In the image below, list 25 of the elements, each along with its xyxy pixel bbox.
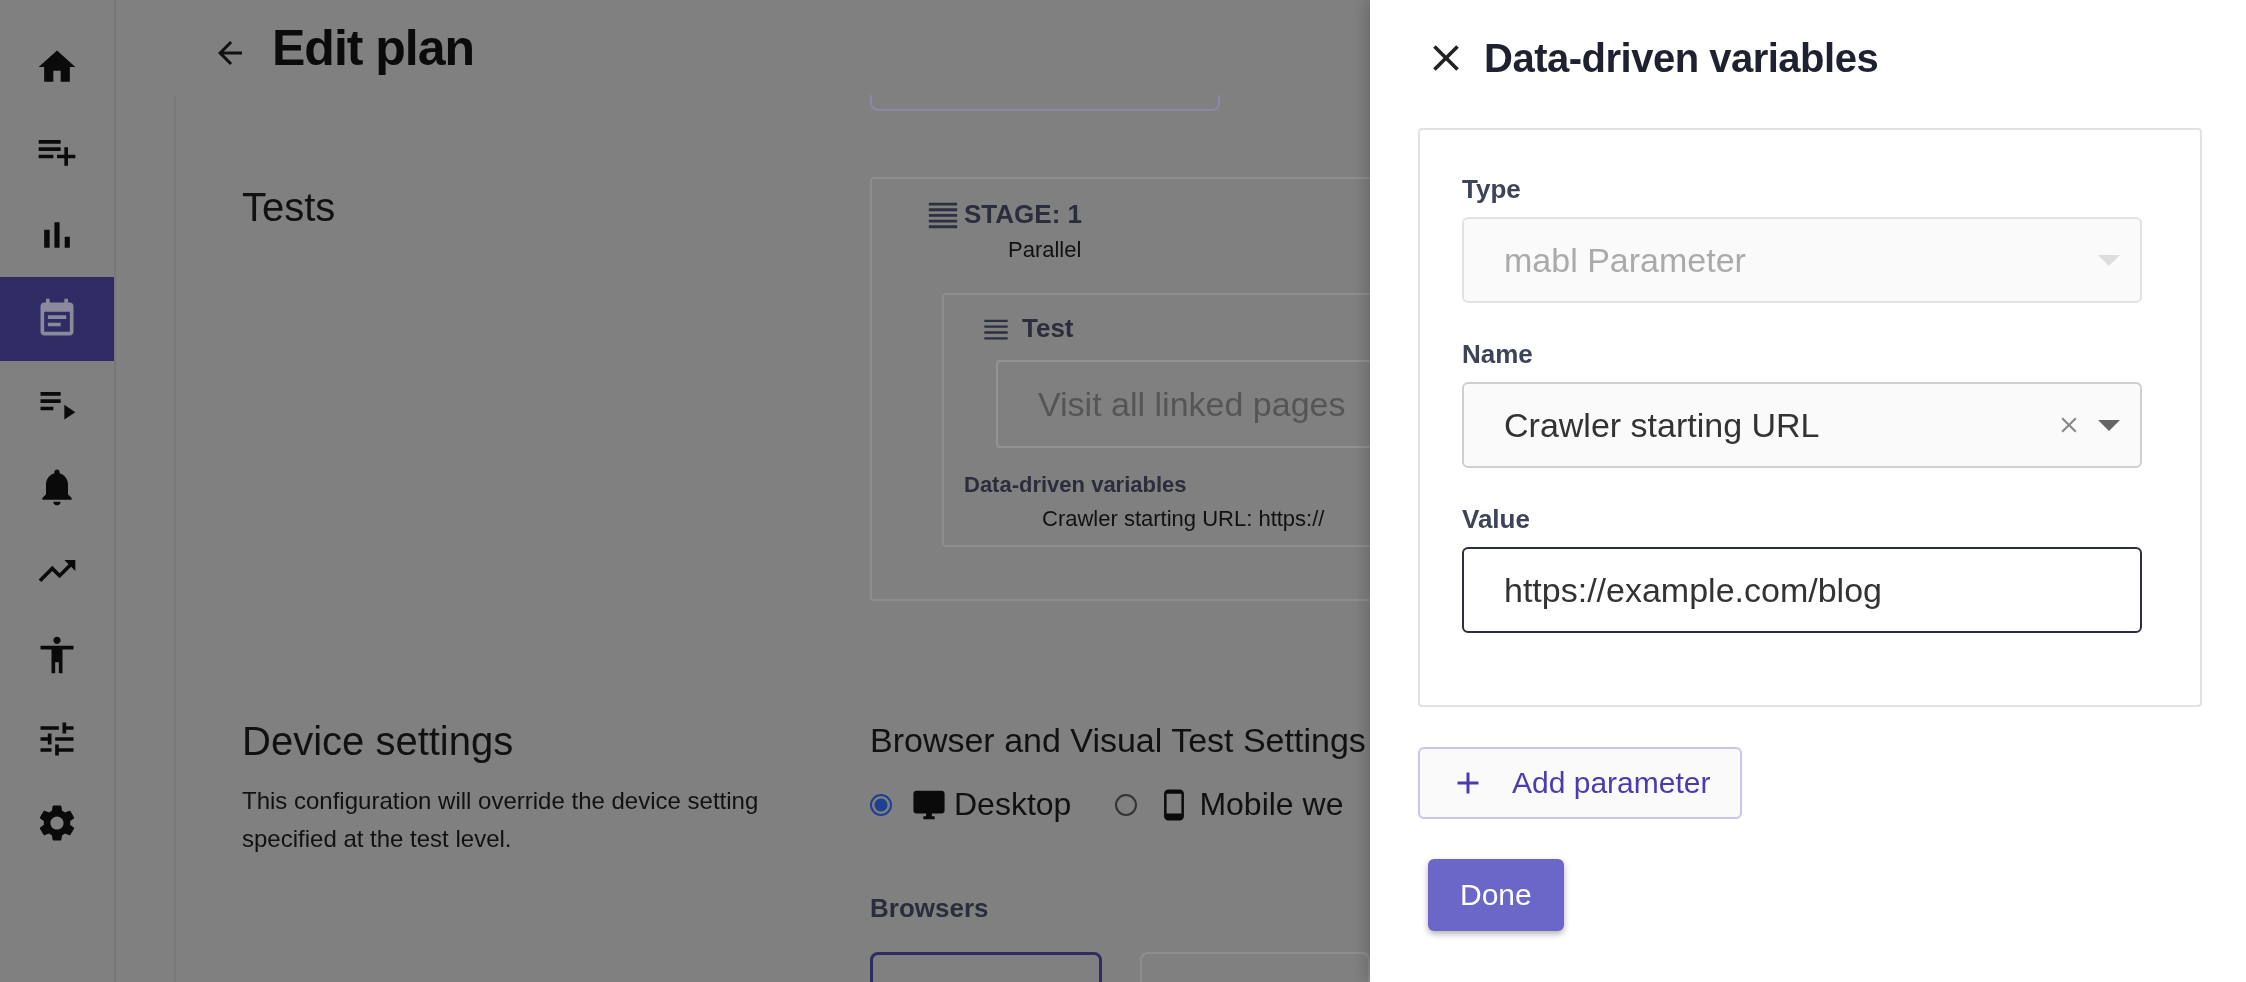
- test-label: Test: [1022, 313, 1074, 344]
- radio-button[interactable]: [870, 793, 892, 816]
- option-label: Mobile we: [1199, 786, 1344, 823]
- caret-icon[interactable]: [2098, 419, 2120, 431]
- section-heading: Device settings: [242, 719, 515, 764]
- add-parameter-button[interactable]: Add parameter: [1418, 747, 1743, 819]
- option-label: Desktop: [954, 786, 1072, 823]
- variables-heading: Data-driven variables: [964, 472, 1188, 498]
- variable-text: Crawler starting URL: https://: [1042, 506, 1326, 532]
- section-heading: Tests: [242, 185, 337, 230]
- select-field[interactable]: Crawler starting URL: [1462, 382, 2142, 468]
- drawer-title: Data-driven variables: [1484, 35, 1879, 81]
- input-field[interactable]: https://example.com/blog: [1462, 547, 2142, 633]
- stage-label: STAGE: 1: [964, 198, 1082, 230]
- field-label: Name: [1462, 339, 1534, 370]
- field-label: Value: [1462, 504, 1531, 535]
- done-button[interactable]: Done: [1428, 859, 1564, 931]
- page-title: Edit plan: [272, 18, 475, 77]
- settings-heading: Browser and Visual Test Settings: [870, 721, 1367, 760]
- nav-item[interactable]: [0, 277, 114, 361]
- browsers-label: Browsers: [870, 893, 990, 924]
- field-label: Type: [1462, 174, 1522, 205]
- radio-button[interactable]: [1115, 793, 1138, 816]
- section-description: This configuration will override the device setting specified at the test level.: [242, 786, 760, 854]
- stage-mode: Parallel: [1008, 237, 1083, 263]
